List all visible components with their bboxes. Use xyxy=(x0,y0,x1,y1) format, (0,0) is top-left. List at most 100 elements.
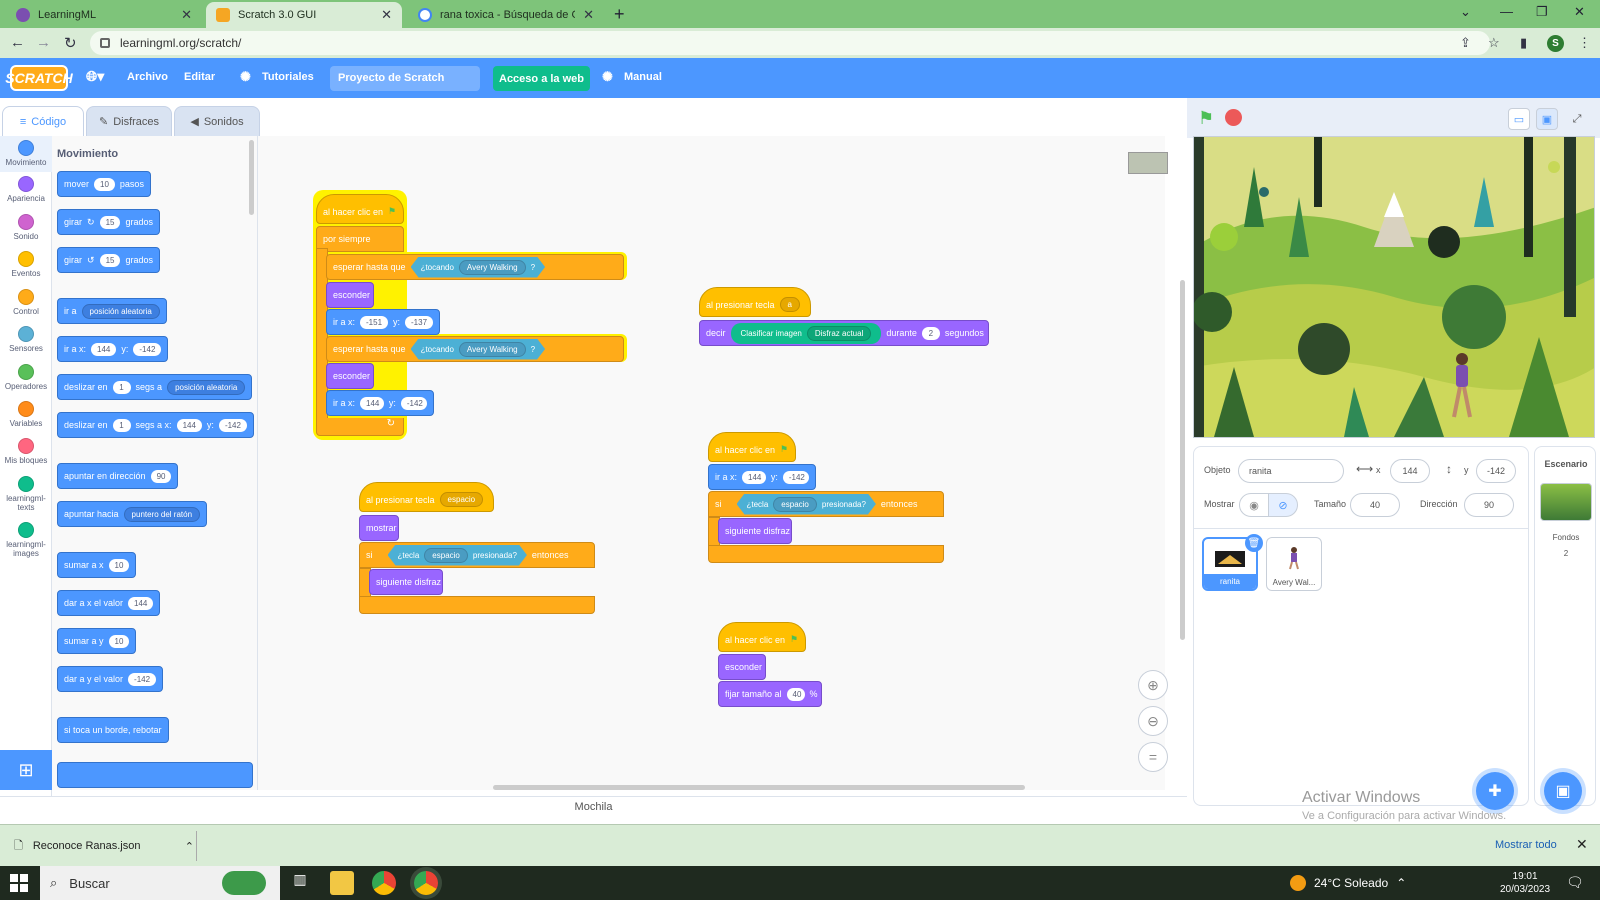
category-operators[interactable]: Operadores xyxy=(0,364,52,391)
block-when-flag-clicked[interactable]: al hacer clic en ⚑ xyxy=(316,194,404,224)
share-button[interactable]: Acceso a la web xyxy=(493,66,590,91)
category-control[interactable]: Control xyxy=(0,289,52,316)
block-dropdown[interactable]: posición aleatoria xyxy=(167,379,246,395)
block-rotation-style[interactable] xyxy=(57,762,253,788)
block-bounce[interactable]: si toca un borde, rebotar xyxy=(57,717,169,743)
minimize-window-icon[interactable]: — xyxy=(1500,4,1513,19)
add-extension-button[interactable]: ⊞ xyxy=(0,750,52,790)
block-say-for-secs[interactable]: decir Clasificar imagen Disfraz actual dura… xyxy=(699,320,989,346)
sprite-tile-avery[interactable]: Avery Wal... xyxy=(1266,537,1322,591)
download-item[interactable]: 🗋︎ Reconoce Ranas.json ⌃ xyxy=(14,834,194,858)
block-when-flag-clicked[interactable]: al hacer clic en ⚑ xyxy=(708,432,796,462)
block-input[interactable]: 40 xyxy=(786,687,805,701)
block-key-pressed[interactable]: ¿tecla espacio presionada? xyxy=(388,545,527,566)
chevron-up-icon[interactable]: ⌃ xyxy=(185,840,194,853)
block-input[interactable]: 2 xyxy=(921,326,940,340)
category-learningml-images[interactable]: learningml-images xyxy=(0,522,52,558)
block-input[interactable]: 144 xyxy=(128,596,154,610)
category-learningml-texts[interactable]: learningml-texts xyxy=(0,476,52,512)
block-touching[interactable]: ¿tocando Avery Walking? xyxy=(411,257,546,278)
tab-sounds[interactable]: ◀︎ Sonidos xyxy=(174,106,260,136)
block-when-key-pressed[interactable]: al presionar tecla espacio xyxy=(359,482,494,512)
language-globe-icon[interactable]: 🌐︎▾ xyxy=(86,68,104,85)
show-hidden-button[interactable]: ⊘ xyxy=(1268,493,1298,517)
profile-avatar[interactable]: S xyxy=(1547,35,1564,52)
notification-icon[interactable]: 🗨︎ xyxy=(1566,874,1584,891)
block-move-steps[interactable]: mover 10 pasos xyxy=(57,171,151,197)
back-arrow-icon[interactable]: ← xyxy=(10,34,25,51)
block-dropdown[interactable]: espacio xyxy=(773,497,817,512)
browser-tab-scratch[interactable]: Scratch 3.0 GUI ✕ xyxy=(206,2,402,28)
stage-target-pane[interactable]: Escenario Fondos 2 xyxy=(1534,446,1596,806)
zoom-reset-button[interactable]: = xyxy=(1138,742,1168,772)
category-sound[interactable]: Sonido xyxy=(0,214,52,241)
zoom-out-button[interactable]: ⊖ xyxy=(1138,706,1168,736)
taskbar-weather[interactable]: 24°C Soleado ⌃ xyxy=(1290,875,1406,891)
block-glide-to[interactable]: deslizar en 1 segs a posición aleatoria xyxy=(57,374,253,400)
close-window-icon[interactable]: ✕ xyxy=(1574,4,1585,20)
block-goto-xy[interactable]: ir a x: 144 y: -142 xyxy=(708,464,816,490)
sprite-name-input[interactable]: ranita xyxy=(1238,459,1344,483)
block-change-y[interactable]: sumar a y 10 xyxy=(57,628,137,654)
delete-sprite-button[interactable]: 🗑︎ xyxy=(1245,534,1263,552)
stop-button[interactable] xyxy=(1225,109,1242,126)
workspace-horizontal-scrollbar[interactable] xyxy=(493,785,1025,790)
block-input[interactable]: -137 xyxy=(405,315,433,329)
block-input[interactable]: -151 xyxy=(360,315,388,329)
block-turn-right[interactable]: girar ↻ 15 grados xyxy=(57,209,160,235)
close-tab-icon[interactable]: ✕ xyxy=(583,7,594,23)
block-input[interactable]: 144 xyxy=(176,418,202,432)
block-if-then[interactable]: si ¿tecla espacio presionada? entonces xyxy=(708,491,944,517)
chrome-icon[interactable] xyxy=(372,871,396,895)
block-reporter[interactable]: Disfraz actual xyxy=(806,325,872,341)
block-key-pressed[interactable]: ¿tecla espacio presionada? xyxy=(737,494,876,515)
tab-search-chevron-icon[interactable]: ⌄ xyxy=(1460,4,1471,20)
block-input[interactable]: -142 xyxy=(400,396,427,410)
block-if-then[interactable]: si ¿tecla espacio presionada? entonces xyxy=(359,542,595,568)
project-title-input[interactable]: Proyecto de Scratch xyxy=(330,66,480,91)
x-position-input[interactable]: 144 xyxy=(1390,459,1430,483)
stage-canvas[interactable] xyxy=(1193,136,1595,438)
block-input[interactable]: 1 xyxy=(112,380,131,394)
y-position-input[interactable]: -142 xyxy=(1476,459,1516,483)
block-touching[interactable]: ¿tocando Avery Walking? xyxy=(411,339,546,360)
chrome-active-icon[interactable] xyxy=(414,871,438,895)
block-input[interactable]: 90 xyxy=(150,469,172,483)
block-when-key-pressed[interactable]: al presionar tecla a xyxy=(699,287,811,317)
taskbar-clock[interactable]: 19:01 20/03/2023 xyxy=(1500,870,1550,896)
block-input[interactable]: 144 xyxy=(91,342,117,356)
block-wait-until[interactable]: esperar hasta que ¿tocando Avery Walking? xyxy=(326,254,624,280)
tab-code[interactable]: ≡ Código xyxy=(2,106,84,136)
zoom-in-button[interactable]: ⊕ xyxy=(1138,670,1168,700)
side-panel-icon[interactable]: ▮ xyxy=(1520,35,1527,51)
block-dropdown[interactable]: a xyxy=(779,297,800,312)
category-my-blocks[interactable]: Mis bloques xyxy=(0,438,52,465)
normal-stage-button[interactable]: ▣ xyxy=(1536,108,1558,130)
block-dropdown[interactable]: puntero del ratón xyxy=(123,506,201,522)
share-icon[interactable]: ⇪ xyxy=(1460,35,1471,51)
block-input[interactable]: 10 xyxy=(108,634,130,648)
tab-costumes[interactable]: ✎ Disfraces xyxy=(86,106,172,136)
category-events[interactable]: Eventos xyxy=(0,251,52,278)
restore-window-icon[interactable]: ❐ xyxy=(1536,4,1548,20)
block-next-costume[interactable]: siguiente disfraz xyxy=(369,569,443,595)
url-bar[interactable]: learningml.org/scratch/ xyxy=(90,31,1490,55)
block-input[interactable]: 10 xyxy=(94,177,115,191)
block-hide[interactable]: esconder xyxy=(718,654,766,680)
browser-tab-google[interactable]: rana toxica - Búsqueda de Googl ✕ xyxy=(408,2,604,28)
block-change-x[interactable]: sumar a x 10 xyxy=(57,552,137,578)
block-next-costume[interactable]: siguiente disfraz xyxy=(718,518,792,544)
block-set-y[interactable]: dar a y el valor -142 xyxy=(57,666,164,692)
block-hide[interactable]: esconder xyxy=(326,363,374,389)
palette-scrollbar[interactable] xyxy=(249,140,254,215)
tray-chevron-icon[interactable]: ⌃ xyxy=(1396,876,1406,890)
file-explorer-icon[interactable] xyxy=(330,871,354,895)
menu-manual[interactable]: Manual xyxy=(624,71,662,83)
block-point-towards[interactable]: apuntar hacia puntero del ratón xyxy=(57,501,208,527)
block-dropdown[interactable]: espacio xyxy=(439,492,484,507)
code-workspace[interactable]: al hacer clic en ⚑ por siempre esperar ha… xyxy=(258,136,1165,790)
choose-sprite-button[interactable]: ✚ xyxy=(1476,772,1514,810)
block-input[interactable]: -142 xyxy=(218,418,247,432)
close-tab-icon[interactable]: ✕ xyxy=(181,7,192,23)
size-input[interactable]: 40 xyxy=(1350,493,1400,517)
